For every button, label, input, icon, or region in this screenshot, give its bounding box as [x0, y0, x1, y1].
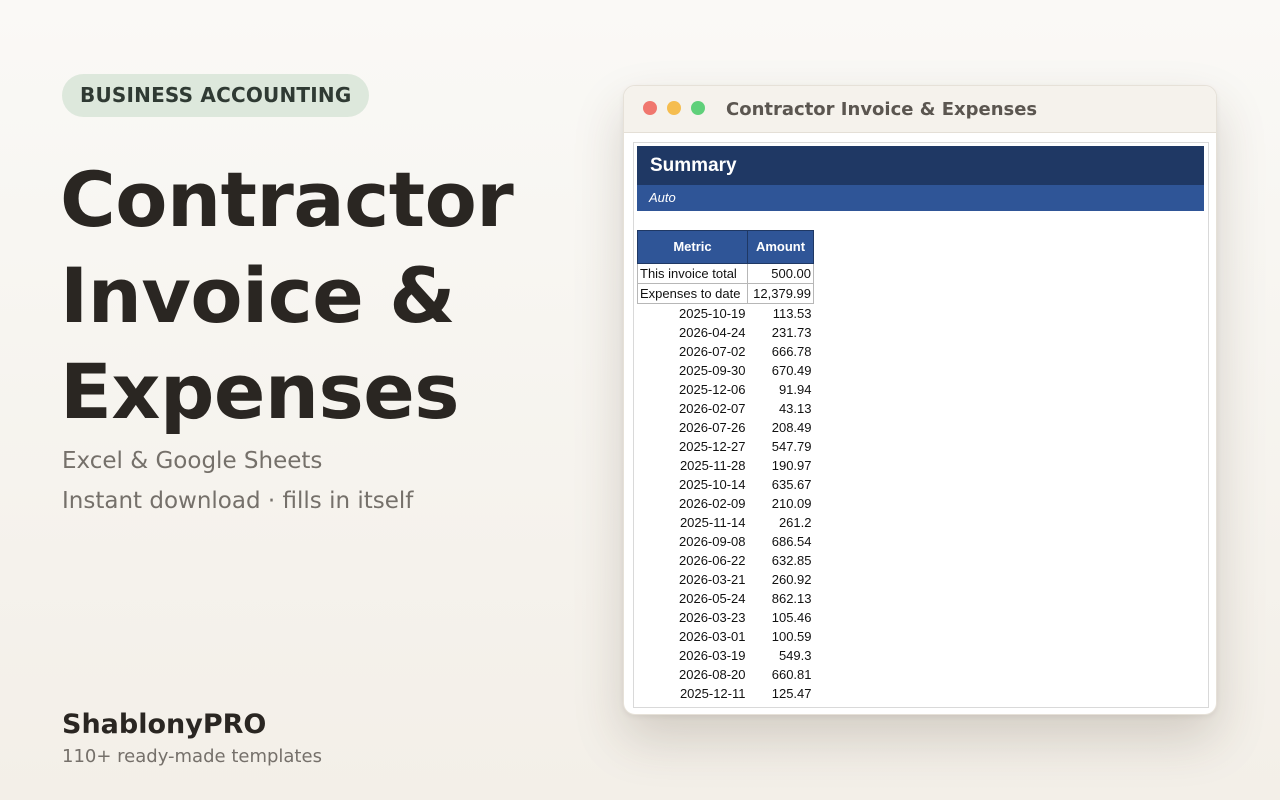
spreadsheet-window: Contractor Invoice & Expenses Summary Au… [623, 85, 1217, 715]
amount-cell[interactable]: 670.49 [748, 361, 814, 380]
date-cell[interactable]: 2026-04-24 [638, 323, 748, 342]
date-cell[interactable]: 2026-07-02 [638, 342, 748, 361]
table-row[interactable]: 2025-11-14 261.2 [638, 513, 814, 532]
amount-cell[interactable]: 635.67 [748, 475, 814, 494]
date-cell[interactable]: 2025-11-28 [638, 456, 748, 475]
category-badge: BUSINESS ACCOUNTING [62, 74, 370, 117]
table-row[interactable]: 2026-03-01 100.59 [638, 627, 814, 646]
amount-cell[interactable]: 105.46 [748, 608, 814, 627]
date-cell[interactable]: 2026-03-23 [638, 608, 748, 627]
date-cell[interactable]: 2025-12-06 [638, 380, 748, 399]
amount-cell[interactable]: 210.09 [748, 494, 814, 513]
hero-title-line: Contractor [60, 155, 514, 244]
brand-tagline: 110+ ready-made templates [62, 746, 322, 767]
amount-cell[interactable]: 260.92 [748, 570, 814, 589]
amount-cell[interactable]: 190.97 [748, 456, 814, 475]
close-window-icon[interactable] [643, 101, 657, 115]
date-cell[interactable]: 2026-03-01 [638, 627, 748, 646]
hero-title-line: Invoice & [60, 251, 456, 340]
table-row[interactable]: 2025-11-28 190.97 [638, 456, 814, 475]
table-row[interactable]: 2025-10-14 635.67 [638, 475, 814, 494]
amount-cell[interactable]: 113.53 [748, 304, 814, 324]
metric-cell[interactable]: Expenses to date [637, 283, 748, 304]
table-row[interactable]: 2026-02-09 210.09 [638, 494, 814, 513]
summary-table: Metric Amount This invoice total 500.00 … [637, 230, 814, 708]
table-row[interactable]: 2025-12-06 91.94 [638, 380, 814, 399]
amount-cell[interactable]: 547.79 [748, 437, 814, 456]
date-cell[interactable]: 2026-07-26 [638, 418, 748, 437]
date-cell[interactable]: 2025-12-27 [638, 437, 748, 456]
amount-cell[interactable]: 500.00 [747, 263, 814, 284]
column-header-metric[interactable]: Metric [637, 230, 748, 264]
table-row[interactable]: This invoice total 500.00 [637, 263, 814, 284]
amount-cell[interactable]: 231.73 [748, 323, 814, 342]
amount-cell[interactable]: 208.49 [748, 418, 814, 437]
amount-cell[interactable]: 862.13 [748, 589, 814, 608]
brand-name: ShablonyPRO [62, 709, 267, 740]
date-cell[interactable]: 2025-11-14 [638, 513, 748, 532]
table-row[interactable]: 2026-05-24 862.13 [638, 589, 814, 608]
spreadsheet-grid[interactable]: Summary Auto Metric Amount This invoice … [633, 142, 1209, 708]
table-row[interactable]: 2025-12-27 547.79 [638, 437, 814, 456]
table-row[interactable]: 2025-10-19 113.53 [638, 304, 814, 324]
date-cell[interactable]: 2026-06-22 [638, 551, 748, 570]
table-row[interactable]: 2026-08-20 660.81 [638, 665, 814, 684]
date-cell[interactable]: 2026-02-07 [638, 399, 748, 418]
amount-cell[interactable]: 100.59 [748, 627, 814, 646]
table-body: This invoice total 500.00 Expenses to da… [637, 263, 814, 708]
table-row[interactable]: 2026-03-19 549.3 [638, 646, 814, 665]
date-cell[interactable]: 2025-10-14 [638, 475, 748, 494]
date-cell[interactable]: 2026-02-09 [638, 494, 748, 513]
amount-cell[interactable]: 261.2 [748, 513, 814, 532]
hero-subtitle-download: Instant download · fills in itself [62, 488, 414, 514]
minimize-window-icon[interactable] [667, 101, 681, 115]
amount-cell[interactable]: 12,379.99 [747, 283, 814, 304]
date-cell[interactable]: 2026-03-02 [638, 703, 748, 708]
amount-cell[interactable]: 632.85 [748, 551, 814, 570]
amount-cell[interactable]: 43.13 [748, 399, 814, 418]
date-cell[interactable]: 2026-03-21 [638, 570, 748, 589]
hero-title: Contractor Invoice & Expenses [60, 152, 514, 440]
table-row[interactable]: 2026-07-26 208.49 [638, 418, 814, 437]
amount-cell[interactable]: 686.54 [748, 532, 814, 551]
table-row[interactable]: 2025-09-30 670.49 [638, 361, 814, 380]
amount-cell[interactable]: 125.47 [748, 684, 814, 703]
date-cell[interactable]: 2025-12-11 [638, 684, 748, 703]
summary-header: Summary [637, 146, 1204, 185]
table-row[interactable]: 2026-02-07 43.13 [638, 399, 814, 418]
table-row[interactable]: 2026-03-0284.74 [638, 703, 814, 708]
table-row[interactable]: 2026-09-08 686.54 [638, 532, 814, 551]
table-row[interactable]: 2026-03-23 105.46 [638, 608, 814, 627]
maximize-window-icon[interactable] [691, 101, 705, 115]
date-cell[interactable]: 2026-03-19 [638, 646, 748, 665]
date-cell[interactable]: 2026-08-20 [638, 665, 748, 684]
window-title: Contractor Invoice & Expenses [726, 99, 1038, 120]
date-cell[interactable]: 2025-10-19 [638, 304, 748, 324]
table-row[interactable]: 2025-12-11 125.47 [638, 684, 814, 703]
amount-cell[interactable]: 84.74 [748, 703, 814, 708]
amount-cell[interactable]: 660.81 [748, 665, 814, 684]
window-titlebar: Contractor Invoice & Expenses [624, 86, 1216, 133]
table-row[interactable]: 2026-03-21 260.92 [638, 570, 814, 589]
date-cell[interactable]: 2025-09-30 [638, 361, 748, 380]
date-cell[interactable]: 2026-09-08 [638, 532, 748, 551]
auto-subheader: Auto [637, 185, 1204, 211]
metric-cell[interactable]: This invoice total [637, 263, 748, 284]
hero-title-line: Expenses [60, 347, 460, 436]
table-row[interactable]: 2026-07-02 666.78 [638, 342, 814, 361]
column-header-amount[interactable]: Amount [747, 230, 814, 264]
date-cell[interactable]: 2026-05-24 [638, 589, 748, 608]
amount-cell[interactable]: 91.94 [748, 380, 814, 399]
amount-cell[interactable]: 549.3 [748, 646, 814, 665]
table-row[interactable]: Expenses to date 12,379.99 [637, 283, 814, 304]
hero-subtitle-formats: Excel & Google Sheets [62, 448, 323, 474]
table-row[interactable]: 2026-04-24 231.73 [638, 323, 814, 342]
table-row[interactable]: 2026-06-22 632.85 [638, 551, 814, 570]
amount-cell[interactable]: 666.78 [748, 342, 814, 361]
